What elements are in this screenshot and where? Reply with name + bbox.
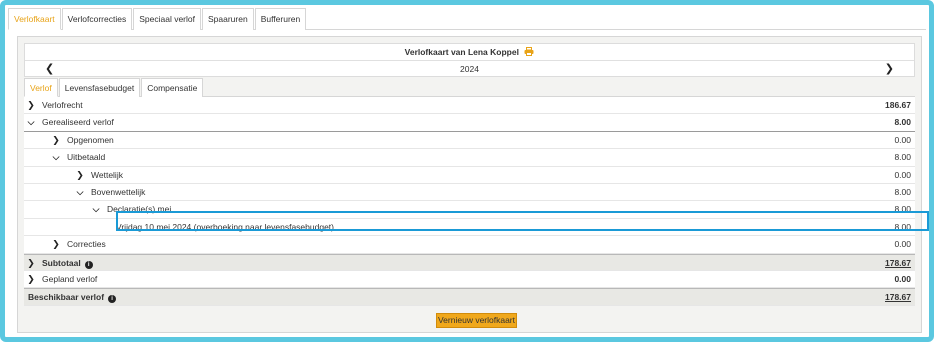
row-value: 186.67 <box>885 100 911 110</box>
chevron-down-icon[interactable]: ⌵ <box>75 184 85 201</box>
chevron-right-icon[interactable]: ❯ <box>51 132 61 149</box>
row-value: 0.00 <box>894 273 911 284</box>
leave-tree: ❯ Verlofrecht 186.67 ⌵ Gerealiseerd verl… <box>24 97 915 306</box>
row-value: 8.00 <box>894 221 911 232</box>
row-label: Gerealiseerd verlof <box>42 117 114 128</box>
tab-verlofcorrecties[interactable]: Verlofcorrecties <box>61 8 133 30</box>
row-label: Verlofrecht <box>42 100 83 110</box>
row-value: 0.00 <box>894 134 911 145</box>
main-tabs: Verlofkaart Verlofcorrecties Speciaal ve… <box>8 8 926 30</box>
row-value: 178.67 <box>885 257 911 268</box>
tab-levensfasebudget[interactable]: Levensfasebudget <box>58 78 141 97</box>
year-label: 2024 <box>460 64 479 74</box>
row-label-wrap: Beschikbaar verlof i <box>28 289 117 306</box>
row-bovenwettelijk[interactable]: ⌵ Bovenwettelijk 8.00 <box>24 183 915 202</box>
chevron-right-icon[interactable]: ❯ <box>51 236 61 253</box>
row-value: 8.00 <box>894 186 911 197</box>
row-uitbetaald[interactable]: ⌵ Uitbetaald 8.00 <box>24 149 915 167</box>
row-gepland-verlof[interactable]: ❯ Gepland verlof 0.00 <box>24 270 915 289</box>
tab-verlofkaart[interactable]: Verlofkaart <box>8 8 61 30</box>
row-correcties[interactable]: ❯ Correcties 0.00 <box>24 236 915 254</box>
row-value: 8.00 <box>894 152 911 163</box>
row-gerealiseerd-verlof[interactable]: ⌵ Gerealiseerd verlof 8.00 <box>24 114 915 132</box>
tab-speciaal-verlof[interactable]: Speciaal verlof <box>133 8 201 30</box>
chevron-down-icon[interactable]: ⌵ <box>26 114 36 131</box>
tab-compensatie[interactable]: Compensatie <box>141 78 204 97</box>
row-label: Subtotaal <box>42 257 81 268</box>
row-verlofrecht[interactable]: ❯ Verlofrecht 186.67 <box>24 97 915 115</box>
row-label: Uitbetaald <box>67 152 106 163</box>
row-label: Correcties <box>67 239 106 250</box>
info-icon[interactable]: i <box>84 260 93 269</box>
printer-icon[interactable] <box>524 45 534 61</box>
row-opgenomen[interactable]: ❯ Opgenomen 0.00 <box>24 131 915 150</box>
row-value: 8.00 <box>894 204 911 215</box>
app-frame: Verlofkaart Verlofcorrecties Speciaal ve… <box>0 0 934 342</box>
card-title-row: Verlofkaart van Lena Koppel <box>25 44 914 61</box>
previous-year-chevron-icon[interactable]: ❮ <box>45 61 54 77</box>
row-declaraties-mei[interactable]: ⌵ Declaratie(s) mei 8.00 <box>24 201 915 219</box>
card-header: Verlofkaart van Lena Koppel ❮ 2024 ❯ <box>24 43 915 77</box>
year-selector: ❮ 2024 ❯ <box>25 61 914 77</box>
row-label: Bovenwettelijk <box>91 186 146 197</box>
chevron-right-icon[interactable]: ❯ <box>26 271 36 288</box>
row-label: Wettelijk <box>91 169 123 180</box>
chevron-right-icon[interactable]: ❯ <box>26 97 36 114</box>
row-wettelijk[interactable]: ❯ Wettelijk 0.00 <box>24 166 915 184</box>
row-value: 8.00 <box>894 117 911 128</box>
row-beschikbaar-verlof: Beschikbaar verlof i 178.67 <box>24 288 915 306</box>
renew-verlofkaart-button[interactable]: Vernieuw verlofkaart <box>436 313 517 328</box>
row-label: Beschikbaar verlof <box>28 292 105 303</box>
info-icon[interactable]: i <box>108 295 117 304</box>
chevron-down-icon[interactable]: ⌵ <box>91 201 101 218</box>
row-label: Declaratie(s) mei <box>107 204 172 215</box>
tab-verlof[interactable]: Verlof <box>24 78 58 97</box>
row-value: 0.00 <box>894 239 911 250</box>
row-label-wrap: Subtotaal i <box>42 255 93 272</box>
row-label: Vrijdag 10 mei 2024 (overboeking naar le… <box>116 221 334 232</box>
chevron-right-icon[interactable]: ❯ <box>26 255 36 272</box>
tab-spaaruren[interactable]: Spaaruren <box>202 8 254 30</box>
row-vrijdag-10-mei[interactable]: Vrijdag 10 mei 2024 (overboeking naar le… <box>24 218 915 237</box>
row-subtotaal[interactable]: ❯ Subtotaal i 178.67 <box>24 253 915 272</box>
row-label: Gepland verlof <box>42 273 98 284</box>
tab-bufferuren[interactable]: Bufferuren <box>254 8 307 30</box>
sub-tabs: Verlof Levensfasebudget Compensatie <box>24 78 915 97</box>
verlofkaart-panel: Verlofkaart van Lena Koppel ❮ 2024 ❯ Ver… <box>17 36 929 333</box>
card-title: Verlofkaart van Lena Koppel <box>404 47 519 57</box>
next-year-chevron-icon[interactable]: ❯ <box>885 61 894 77</box>
row-value: 0.00 <box>894 169 911 180</box>
row-label: Opgenomen <box>67 134 114 145</box>
chevron-right-icon[interactable]: ❯ <box>75 167 85 184</box>
row-value: 178.67 <box>885 292 911 303</box>
chevron-down-icon[interactable]: ⌵ <box>51 149 61 166</box>
